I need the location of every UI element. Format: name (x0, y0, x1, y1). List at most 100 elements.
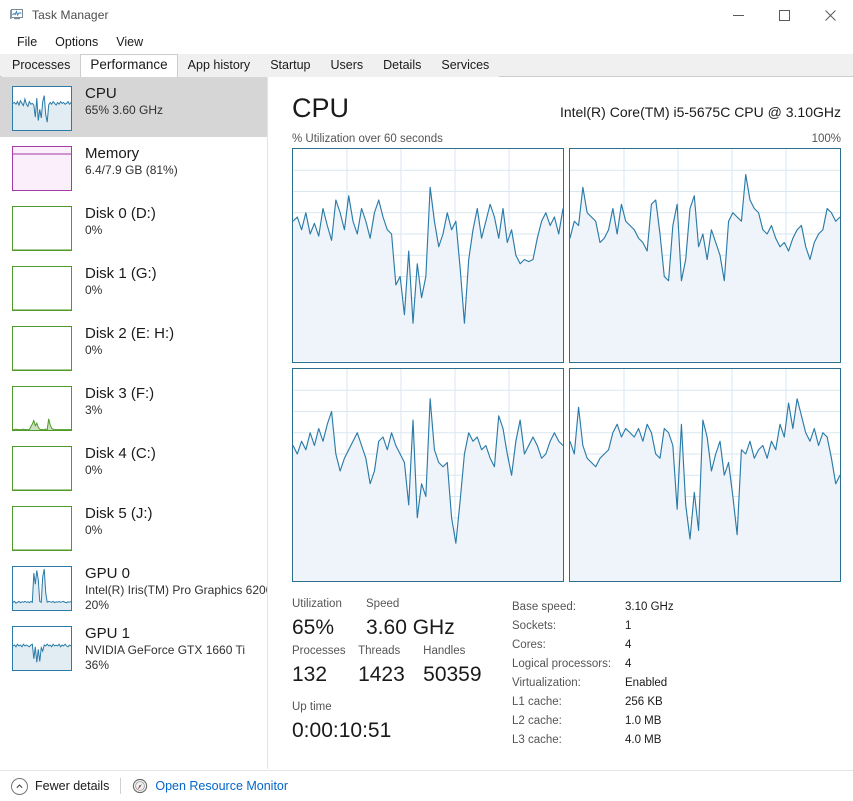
sidebar-item-label: Disk 1 (G:) (85, 265, 157, 282)
spec-row: Logical processors: 4 (512, 655, 674, 674)
footer-bar: Fewer details Open Resource Monitor (0, 770, 853, 801)
sidebar-mini-graph (12, 146, 72, 191)
menu-file[interactable]: File (8, 33, 46, 51)
tab-app-history[interactable]: App history (177, 54, 261, 77)
sidebar-item-text: Memory 6.4/7.9 GB (81%) (85, 144, 178, 178)
sidebar-item-text: GPU 1 NVIDIA GeForce GTX 1660 Ti 36% (85, 624, 245, 673)
spec-row: L2 cache: 1.0 MB (512, 712, 674, 731)
sidebar-item-sublabel: 0% (85, 463, 103, 477)
performance-detail-pane: CPU Intel(R) Core(TM) i5-5675C CPU @ 3.1… (268, 77, 853, 769)
tab-services[interactable]: Services (431, 54, 500, 77)
stat-uptime: Up time 0:00:10:51 (292, 699, 502, 746)
sidebar-item-disk-5-j[interactable]: Disk 5 (J:) 0% (0, 497, 267, 557)
sidebar-item-disk-1-g[interactable]: Disk 1 (G:) 0% (0, 257, 267, 317)
close-button[interactable] (807, 0, 853, 30)
fewer-details-button[interactable]: Fewer details (11, 777, 110, 795)
page-title: CPU (292, 93, 350, 123)
spec-value: 1 (625, 620, 632, 632)
sidebar-item-text: Disk 1 (G:) 0% (85, 264, 157, 298)
cpu-graph-grid (292, 148, 845, 582)
sidebar-item-text: Disk 3 (F:) 3% (85, 384, 154, 418)
menu-bar: File Options View (0, 30, 853, 54)
spec-row: L1 cache: 256 KB (512, 693, 674, 712)
detail-header: CPU Intel(R) Core(TM) i5-5675C CPU @ 3.1… (292, 77, 845, 124)
sidebar-mini-graph (12, 506, 72, 551)
sidebar-item-label: Disk 4 (C:) (85, 445, 156, 462)
spec-label: Base speed: (512, 601, 576, 613)
sidebar-item-label: GPU 0 (85, 565, 131, 582)
spec-label: L2 cache: (512, 715, 562, 727)
spec-row: Virtualization: Enabled (512, 674, 674, 693)
sidebar-item-label: Disk 0 (D:) (85, 205, 156, 222)
menu-view[interactable]: View (107, 33, 152, 51)
menu-options[interactable]: Options (46, 33, 107, 51)
spec-label: Logical processors: (512, 658, 612, 670)
sidebar-mini-graph (12, 386, 72, 431)
chevron-up-icon (11, 777, 28, 795)
title-bar: Task Manager (0, 0, 853, 30)
spec-value: 1.0 MB (625, 715, 662, 727)
open-resource-monitor-button[interactable]: Open Resource Monitor (132, 778, 288, 794)
tab-startup[interactable]: Startup (260, 54, 321, 77)
axis-label-right: 100% (811, 133, 841, 145)
spec-label: Sockets: (512, 620, 557, 632)
sidebar-mini-graph (12, 446, 72, 491)
sidebar-item-sublabel: 0% (85, 343, 103, 357)
sidebar-item-gpu-0[interactable]: GPU 0 Intel(R) Iris(TM) Pro Graphics 6200… (0, 557, 267, 617)
tab-strip: Processes Performance App history Startu… (0, 54, 853, 77)
spec-row: Sockets: 1 (512, 617, 674, 636)
window-controls (715, 0, 853, 30)
maximize-button[interactable] (761, 0, 807, 30)
spec-label: L3 cache: (512, 734, 562, 746)
window-title: Task Manager (32, 8, 109, 22)
stat-uptime-label: Up time (292, 701, 332, 713)
footer-divider (120, 778, 122, 794)
minimize-button[interactable] (715, 0, 761, 30)
content-area: CPU 65% 3.60 GHz Memory 6.4/7.9 GB (81%) Dis… (0, 77, 853, 769)
sidebar-item-sublabel: 6.4/7.9 GB (81%) (85, 163, 178, 177)
stat-utilization-label: Utilization (292, 598, 342, 610)
stats-area: Utilization 65% Speed 3.60 GHz Processes… (292, 596, 845, 750)
sidebar-mini-graph (12, 266, 72, 311)
stats-primary: Utilization 65% Speed 3.60 GHz Processes… (292, 596, 502, 750)
sidebar-item-sublabel: 65% 3.60 GHz (85, 103, 164, 117)
axis-label-left: % Utilization over 60 seconds (292, 133, 443, 145)
sidebar-item-sublabel-2: 36% (85, 658, 110, 672)
sidebar-item-disk-2-e-h[interactable]: Disk 2 (E: H:) 0% (0, 317, 267, 377)
sidebar-mini-graph (12, 326, 72, 371)
stat-processes: Processes 132 (292, 643, 358, 690)
cpu-graph-1 (569, 148, 841, 363)
sidebar-item-text: Disk 5 (J:) 0% (85, 504, 153, 538)
sidebar-item-memory[interactable]: Memory 6.4/7.9 GB (81%) (0, 137, 267, 197)
sidebar-item-label: Disk 2 (E: H:) (85, 325, 175, 342)
sidebar-mini-graph (12, 206, 72, 251)
tab-details[interactable]: Details (373, 54, 432, 77)
sidebar-mini-graph (12, 86, 72, 131)
spec-value: 4 (625, 658, 632, 670)
stat-speed-label: Speed (366, 598, 400, 610)
stat-threads-value: 1423 (358, 663, 405, 686)
stats-row-1: Utilization 65% Speed 3.60 GHz (292, 596, 502, 643)
tab-processes[interactable]: Processes (2, 54, 81, 77)
stat-threads-label: Threads (358, 645, 401, 657)
sidebar-item-cpu[interactable]: CPU 65% 3.60 GHz (0, 77, 267, 137)
tab-performance[interactable]: Performance (80, 54, 178, 77)
sidebar-mini-graph (12, 566, 72, 611)
resource-monitor-icon (132, 778, 148, 794)
tab-users[interactable]: Users (320, 54, 374, 77)
stat-handles: Handles 50359 (423, 643, 502, 690)
sidebar-item-text: Disk 4 (C:) 0% (85, 444, 156, 478)
fewer-details-label: Fewer details (35, 779, 110, 793)
sidebar-item-disk-3-f[interactable]: Disk 3 (F:) 3% (0, 377, 267, 437)
sidebar-item-label: CPU (85, 85, 117, 102)
sidebar-item-text: Disk 0 (D:) 0% (85, 204, 156, 238)
spec-value: 4 (625, 639, 632, 651)
cpu-graph-0 (292, 148, 564, 363)
resource-sidebar[interactable]: CPU 65% 3.60 GHz Memory 6.4/7.9 GB (81%) Dis… (0, 77, 268, 769)
stat-uptime-value: 0:00:10:51 (292, 719, 392, 742)
sidebar-item-gpu-1[interactable]: GPU 1 NVIDIA GeForce GTX 1660 Ti 36% (0, 617, 267, 677)
stat-speed: Speed 3.60 GHz (366, 596, 486, 643)
sidebar-mini-graph (12, 626, 72, 671)
sidebar-item-disk-0-d[interactable]: Disk 0 (D:) 0% (0, 197, 267, 257)
sidebar-item-disk-4-c[interactable]: Disk 4 (C:) 0% (0, 437, 267, 497)
